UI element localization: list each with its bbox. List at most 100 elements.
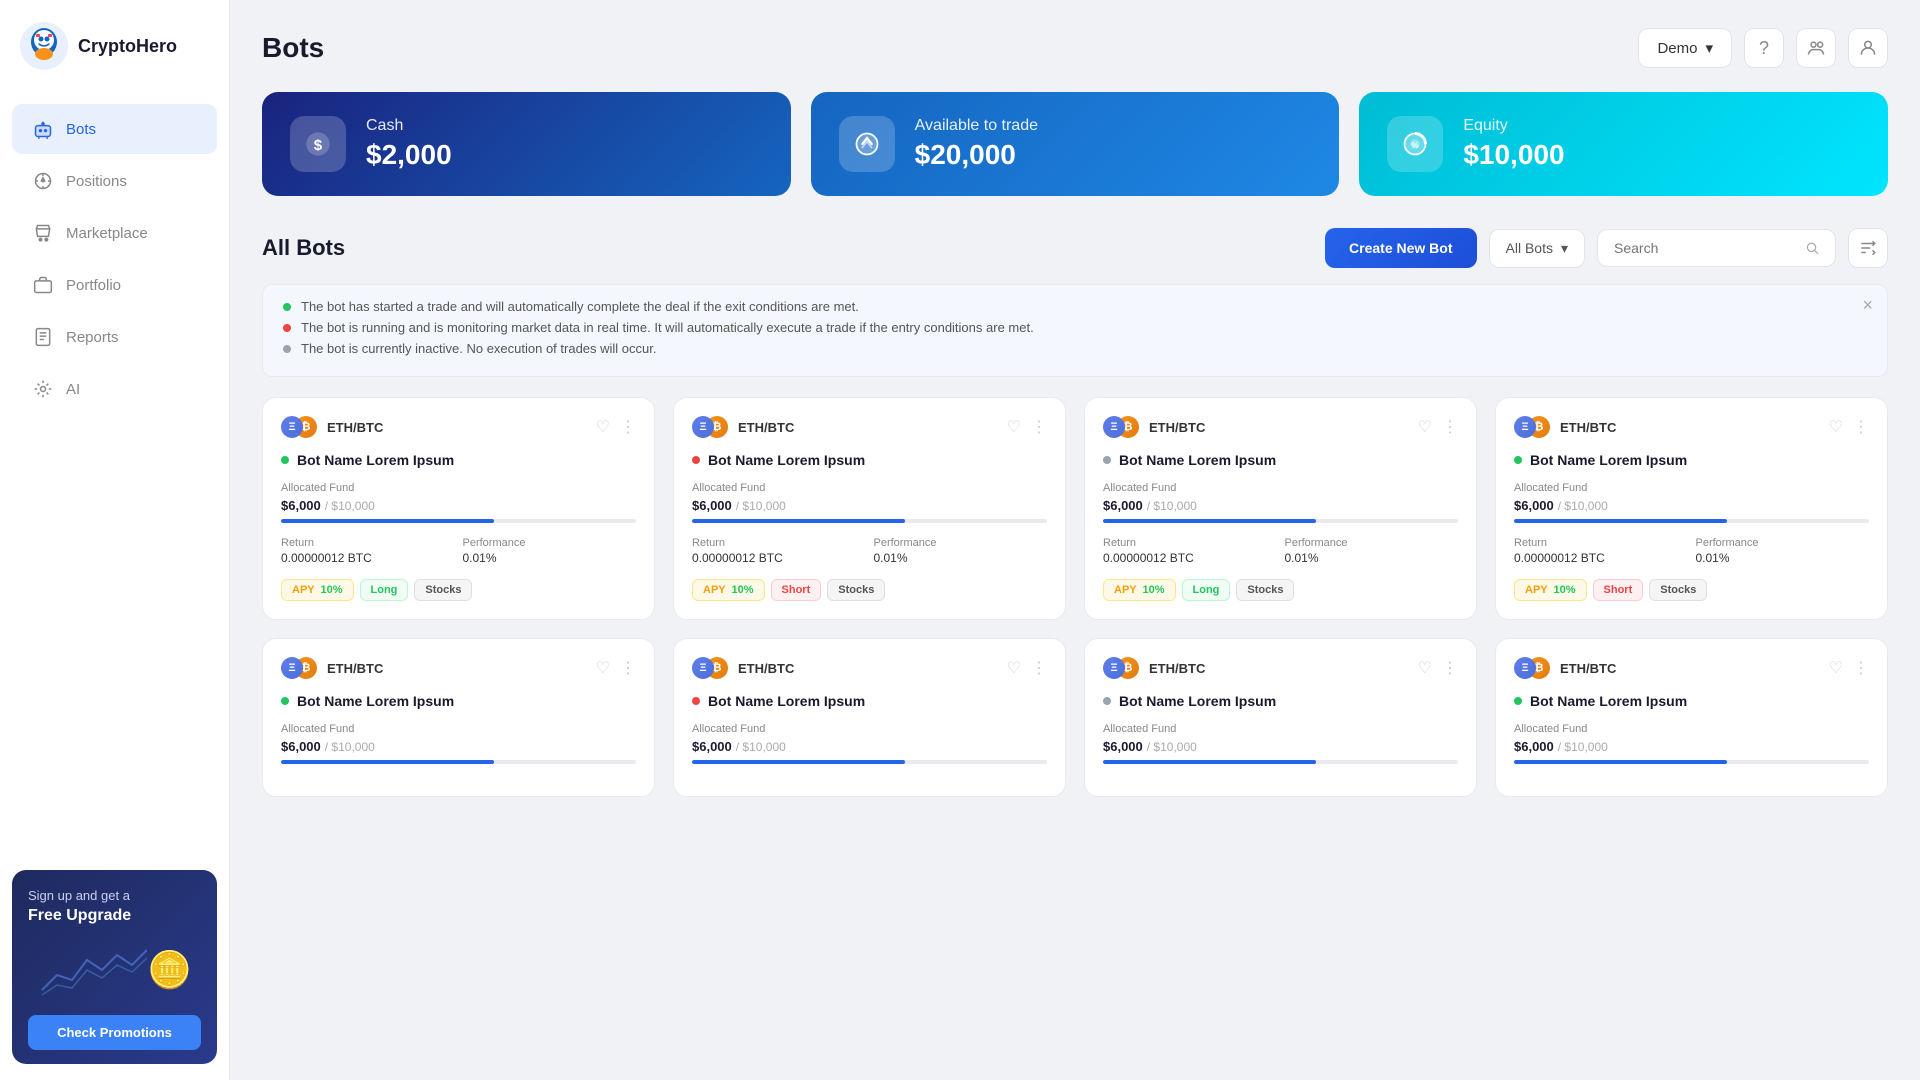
bot-card-actions: ♡ ⋮ (596, 658, 636, 678)
stat-info-equity: Equity $10,000 (1463, 117, 1564, 171)
bot-pair: Ξ ₿ ETH/BTC (1514, 416, 1616, 438)
performance-value: 0.01% (463, 551, 637, 565)
return-label: Return (1514, 537, 1688, 549)
favorite-button[interactable]: ♡ (596, 417, 610, 437)
sidebar-item-ai[interactable]: AI (12, 364, 217, 414)
favorite-button[interactable]: ♡ (1829, 658, 1843, 678)
bot-card-actions: ♡ ⋮ (1007, 658, 1047, 678)
more-options-button[interactable]: ⋮ (620, 658, 636, 678)
sidebar-item-label-marketplace: Marketplace (66, 225, 148, 242)
more-options-button[interactable]: ⋮ (1853, 417, 1869, 437)
progress-fill (692, 519, 905, 523)
apy-tag: APY 10% (1103, 579, 1176, 601)
bot-card-header: Ξ ₿ ETH/BTC ♡ ⋮ (692, 416, 1047, 438)
metrics-row: Return 0.00000012 BTC Performance 0.01% (1514, 537, 1869, 565)
favorite-button[interactable]: ♡ (1007, 417, 1021, 437)
pair-icons: Ξ ₿ (692, 416, 730, 438)
portfolio-icon (32, 274, 54, 296)
sort-icon (1859, 239, 1877, 257)
favorite-button[interactable]: ♡ (596, 658, 610, 678)
allocated-values: $6,000 / $10,000 (281, 498, 636, 513)
progress-fill (1103, 519, 1316, 523)
search-box (1597, 229, 1836, 267)
favorite-button[interactable]: ♡ (1418, 658, 1432, 678)
stat-card-cash: $ Cash $2,000 (262, 92, 791, 196)
return-value: 0.00000012 BTC (1103, 551, 1277, 565)
allocated-current: $6,000 (1514, 498, 1554, 513)
all-bots-filter[interactable]: All Bots ▾ (1489, 229, 1586, 268)
help-button[interactable]: ? (1744, 28, 1784, 68)
group-button[interactable] (1796, 28, 1836, 68)
bot-name: Bot Name Lorem Ipsum (297, 693, 454, 709)
progress-fill (281, 519, 494, 523)
tags-row: APY 10%ShortStocks (1514, 579, 1869, 601)
pair-name: ETH/BTC (1149, 661, 1205, 676)
create-new-bot-button[interactable]: Create New Bot (1325, 228, 1476, 268)
sort-button[interactable] (1848, 228, 1888, 268)
more-options-button[interactable]: ⋮ (1442, 417, 1458, 437)
allocated-label: Allocated Fund (281, 723, 636, 735)
allocated-values: $6,000 / $10,000 (692, 739, 1047, 754)
demo-dropdown[interactable]: Demo ▾ (1638, 28, 1732, 68)
return-metric: Return 0.00000012 BTC (1103, 537, 1277, 565)
more-options-button[interactable]: ⋮ (1031, 417, 1047, 437)
pair-icons: Ξ ₿ (1103, 657, 1141, 679)
eth-icon: Ξ (692, 416, 714, 438)
favorite-button[interactable]: ♡ (1007, 658, 1021, 678)
close-info-banner-button[interactable]: × (1862, 295, 1873, 316)
more-options-button[interactable]: ⋮ (620, 417, 636, 437)
allocated-current: $6,000 (281, 739, 321, 754)
bot-card-header: Ξ ₿ ETH/BTC ♡ ⋮ (1514, 416, 1869, 438)
more-options-button[interactable]: ⋮ (1442, 658, 1458, 678)
progress-bar (1514, 760, 1869, 764)
more-options-button[interactable]: ⋮ (1031, 658, 1047, 678)
status-dot (1514, 456, 1522, 464)
sidebar-item-label-ai: AI (66, 381, 80, 398)
metrics-row: Return 0.00000012 BTC Performance 0.01% (692, 537, 1047, 565)
sidebar-item-reports[interactable]: Reports (12, 312, 217, 362)
bot-card-actions: ♡ ⋮ (1829, 658, 1869, 678)
allocated-current: $6,000 (692, 739, 732, 754)
available-value: $20,000 (915, 139, 1038, 171)
sidebar-item-label-reports: Reports (66, 329, 119, 346)
allocated-values: $6,000 / $10,000 (281, 739, 636, 754)
bots-icon (32, 118, 54, 140)
sidebar-item-portfolio[interactable]: Portfolio (12, 260, 217, 310)
bot-name-row: Bot Name Lorem Ipsum (1514, 693, 1869, 709)
allocated-label: Allocated Fund (692, 482, 1047, 494)
sidebar-item-marketplace[interactable]: Marketplace (12, 208, 217, 258)
equity-label: Equity (1463, 117, 1564, 135)
tags-row: APY 10%LongStocks (281, 579, 636, 601)
bot-card-header: Ξ ₿ ETH/BTC ♡ ⋮ (281, 416, 636, 438)
coins-graphic: 🪙 (147, 949, 192, 991)
favorite-button[interactable]: ♡ (1829, 417, 1843, 437)
search-icon (1805, 240, 1819, 256)
bot-name: Bot Name Lorem Ipsum (708, 452, 865, 468)
bot-card-actions: ♡ ⋮ (1418, 417, 1458, 437)
cash-icon: $ (290, 116, 346, 172)
sidebar-item-bots[interactable]: Bots (12, 104, 217, 154)
bot-card: Ξ ₿ ETH/BTC ♡ ⋮ Bot Name Lorem Ipsum All… (673, 397, 1066, 620)
allocated-current: $6,000 (1103, 498, 1143, 513)
check-promotions-button[interactable]: Check Promotions (28, 1015, 201, 1050)
status-dot (692, 697, 700, 705)
more-options-button[interactable]: ⋮ (1853, 658, 1869, 678)
promo-chart (37, 940, 147, 1000)
stat-card-available: Available to trade $20,000 (811, 92, 1340, 196)
bot-card: Ξ ₿ ETH/BTC ♡ ⋮ Bot Name Lorem Ipsum All… (1084, 638, 1477, 797)
progress-bar (692, 519, 1047, 523)
progress-bar (281, 519, 636, 523)
progress-fill (1514, 519, 1727, 523)
allocated-current: $6,000 (692, 498, 732, 513)
available-label: Available to trade (915, 117, 1038, 135)
search-input[interactable] (1614, 240, 1797, 256)
filter-label: All Bots (1506, 240, 1553, 256)
bot-card: Ξ ₿ ETH/BTC ♡ ⋮ Bot Name Lorem Ipsum All… (262, 638, 655, 797)
allocated-total: / $10,000 (1147, 740, 1197, 754)
favorite-button[interactable]: ♡ (1418, 417, 1432, 437)
stocks-tag: Stocks (1236, 579, 1294, 601)
pair-name: ETH/BTC (738, 661, 794, 676)
sidebar-item-positions[interactable]: Positions (12, 156, 217, 206)
eth-icon: Ξ (1514, 657, 1536, 679)
user-button[interactable] (1848, 28, 1888, 68)
